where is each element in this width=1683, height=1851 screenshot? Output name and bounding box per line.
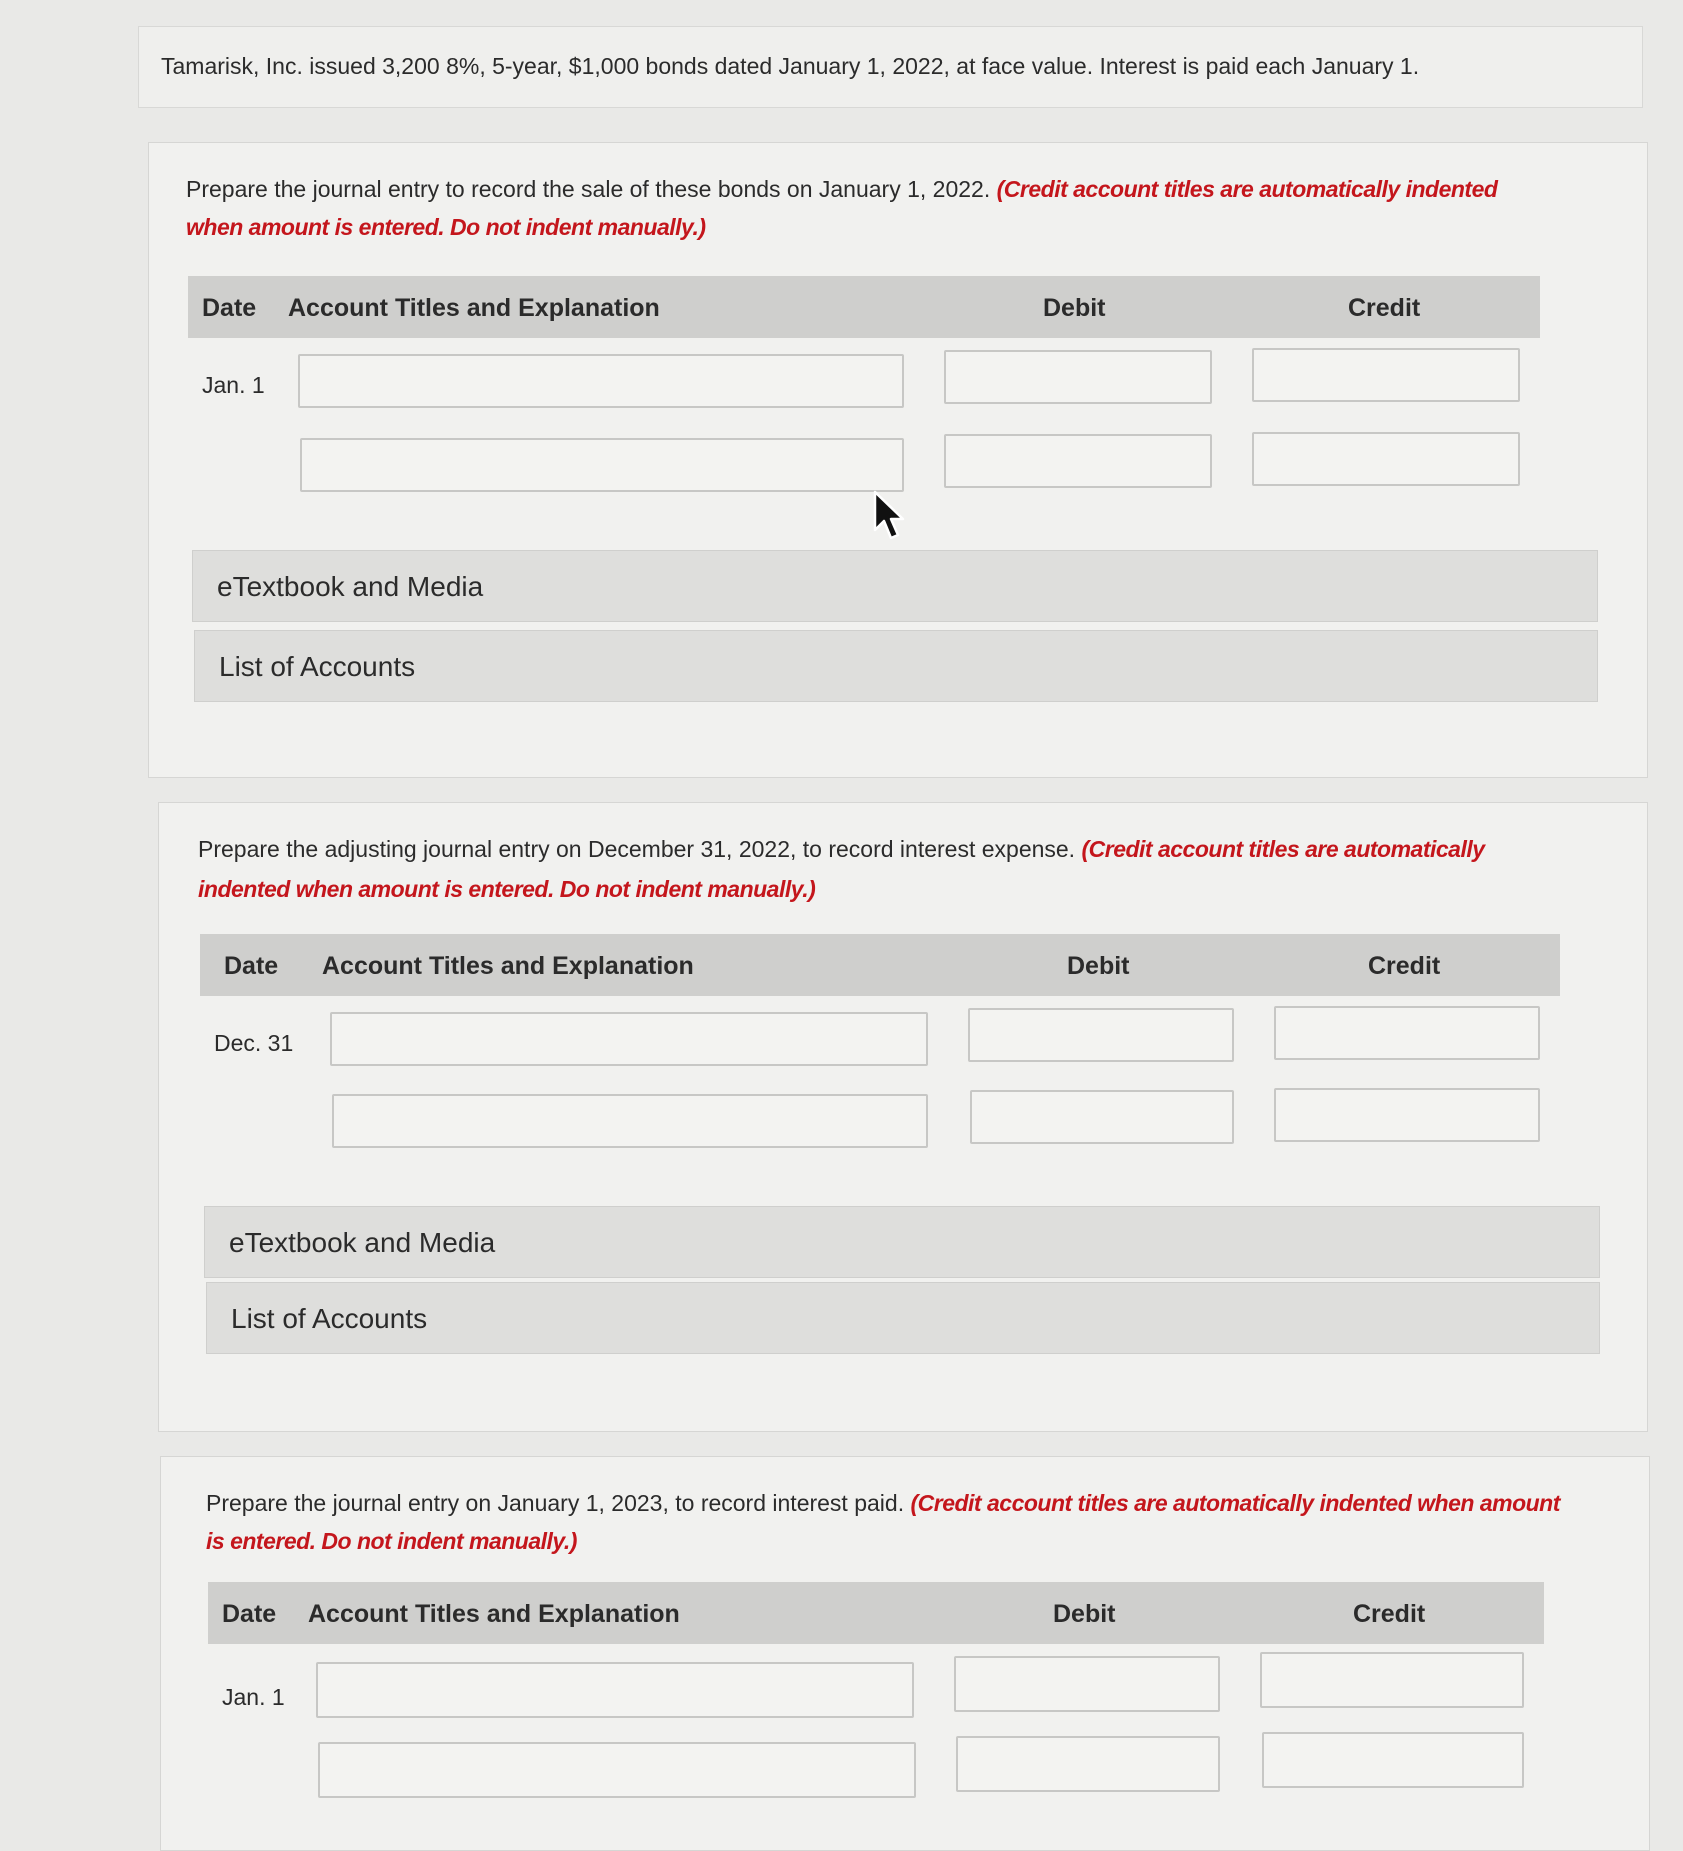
section-3-instruction: Prepare the journal entry on January 1, …: [206, 1484, 1560, 1522]
instruction-text: Prepare the journal entry to record the …: [186, 176, 991, 202]
col-debit: Debit: [1053, 1600, 1116, 1628]
account-title-input[interactable]: [298, 354, 904, 408]
account-title-input[interactable]: [332, 1094, 928, 1148]
list-of-accounts-link[interactable]: List of Accounts: [194, 630, 1598, 702]
instruction-text: Prepare the adjusting journal entry on D…: [198, 836, 1076, 862]
debit-input[interactable]: [944, 434, 1212, 488]
credit-input[interactable]: [1274, 1006, 1540, 1060]
debit-input[interactable]: [954, 1656, 1220, 1712]
account-title-input[interactable]: [316, 1662, 914, 1718]
col-credit: Credit: [1348, 294, 1421, 322]
entry-date: Jan. 1: [202, 372, 265, 398]
col-account: Account Titles and Explanation: [288, 294, 660, 322]
credit-input[interactable]: [1274, 1088, 1540, 1142]
credit-input[interactable]: [1252, 432, 1520, 486]
instruction-note: (Credit account titles are automatically…: [910, 1490, 1560, 1516]
table-header-2: Date Account Titles and Explanation Debi…: [200, 934, 1560, 996]
problem-statement: Tamarisk, Inc. issued 3,200 8%, 5-year, …: [138, 26, 1643, 108]
debit-input[interactable]: [944, 350, 1212, 404]
col-account: Account Titles and Explanation: [322, 952, 694, 980]
col-debit: Debit: [1067, 952, 1130, 980]
account-title-input[interactable]: [318, 1742, 916, 1798]
entry-date: Dec. 31: [214, 1030, 294, 1056]
table-header-1: Date Account Titles and Explanation Debi…: [188, 276, 1540, 338]
debit-input[interactable]: [968, 1008, 1234, 1062]
instruction-note: (Credit account titles are automatically…: [996, 176, 1498, 202]
instruction-note-cont: is entered. Do not indent manually.): [206, 1528, 577, 1554]
debit-input[interactable]: [956, 1736, 1220, 1792]
section-2-instruction: Prepare the adjusting journal entry on D…: [198, 830, 1485, 868]
col-debit: Debit: [1043, 294, 1106, 322]
section-1-note-cont: when amount is entered. Do not indent ma…: [186, 208, 706, 246]
col-credit: Credit: [1368, 952, 1441, 980]
section-1-instruction: Prepare the journal entry to record the …: [186, 170, 1498, 208]
col-credit: Credit: [1353, 1600, 1426, 1628]
col-date: Date: [224, 952, 279, 980]
col-date: Date: [222, 1600, 277, 1628]
credit-input[interactable]: [1252, 348, 1520, 402]
section-2-note-cont: indented when amount is entered. Do not …: [198, 870, 816, 908]
credit-input[interactable]: [1260, 1652, 1524, 1708]
account-title-input[interactable]: [300, 438, 904, 492]
col-account: Account Titles and Explanation: [308, 1600, 680, 1628]
etextbook-media-link[interactable]: eTextbook and Media: [192, 550, 1598, 622]
instruction-note-cont: when amount is entered. Do not indent ma…: [186, 214, 706, 240]
instruction-note: (Credit account titles are automatically: [1081, 836, 1485, 862]
debit-input[interactable]: [970, 1090, 1234, 1144]
mouse-cursor-icon: [873, 490, 905, 540]
instruction-text: Prepare the journal entry on January 1, …: [206, 1490, 905, 1516]
list-of-accounts-link[interactable]: List of Accounts: [206, 1282, 1600, 1354]
account-title-input[interactable]: [330, 1012, 928, 1066]
entry-date: Jan. 1: [222, 1684, 285, 1710]
table-header-3: Date Account Titles and Explanation Debi…: [208, 1582, 1544, 1644]
instruction-note-cont: indented when amount is entered. Do not …: [198, 876, 816, 902]
col-date: Date: [202, 294, 257, 322]
section-3-note-cont: is entered. Do not indent manually.): [206, 1522, 577, 1560]
etextbook-media-link[interactable]: eTextbook and Media: [204, 1206, 1600, 1278]
credit-input[interactable]: [1262, 1732, 1524, 1788]
